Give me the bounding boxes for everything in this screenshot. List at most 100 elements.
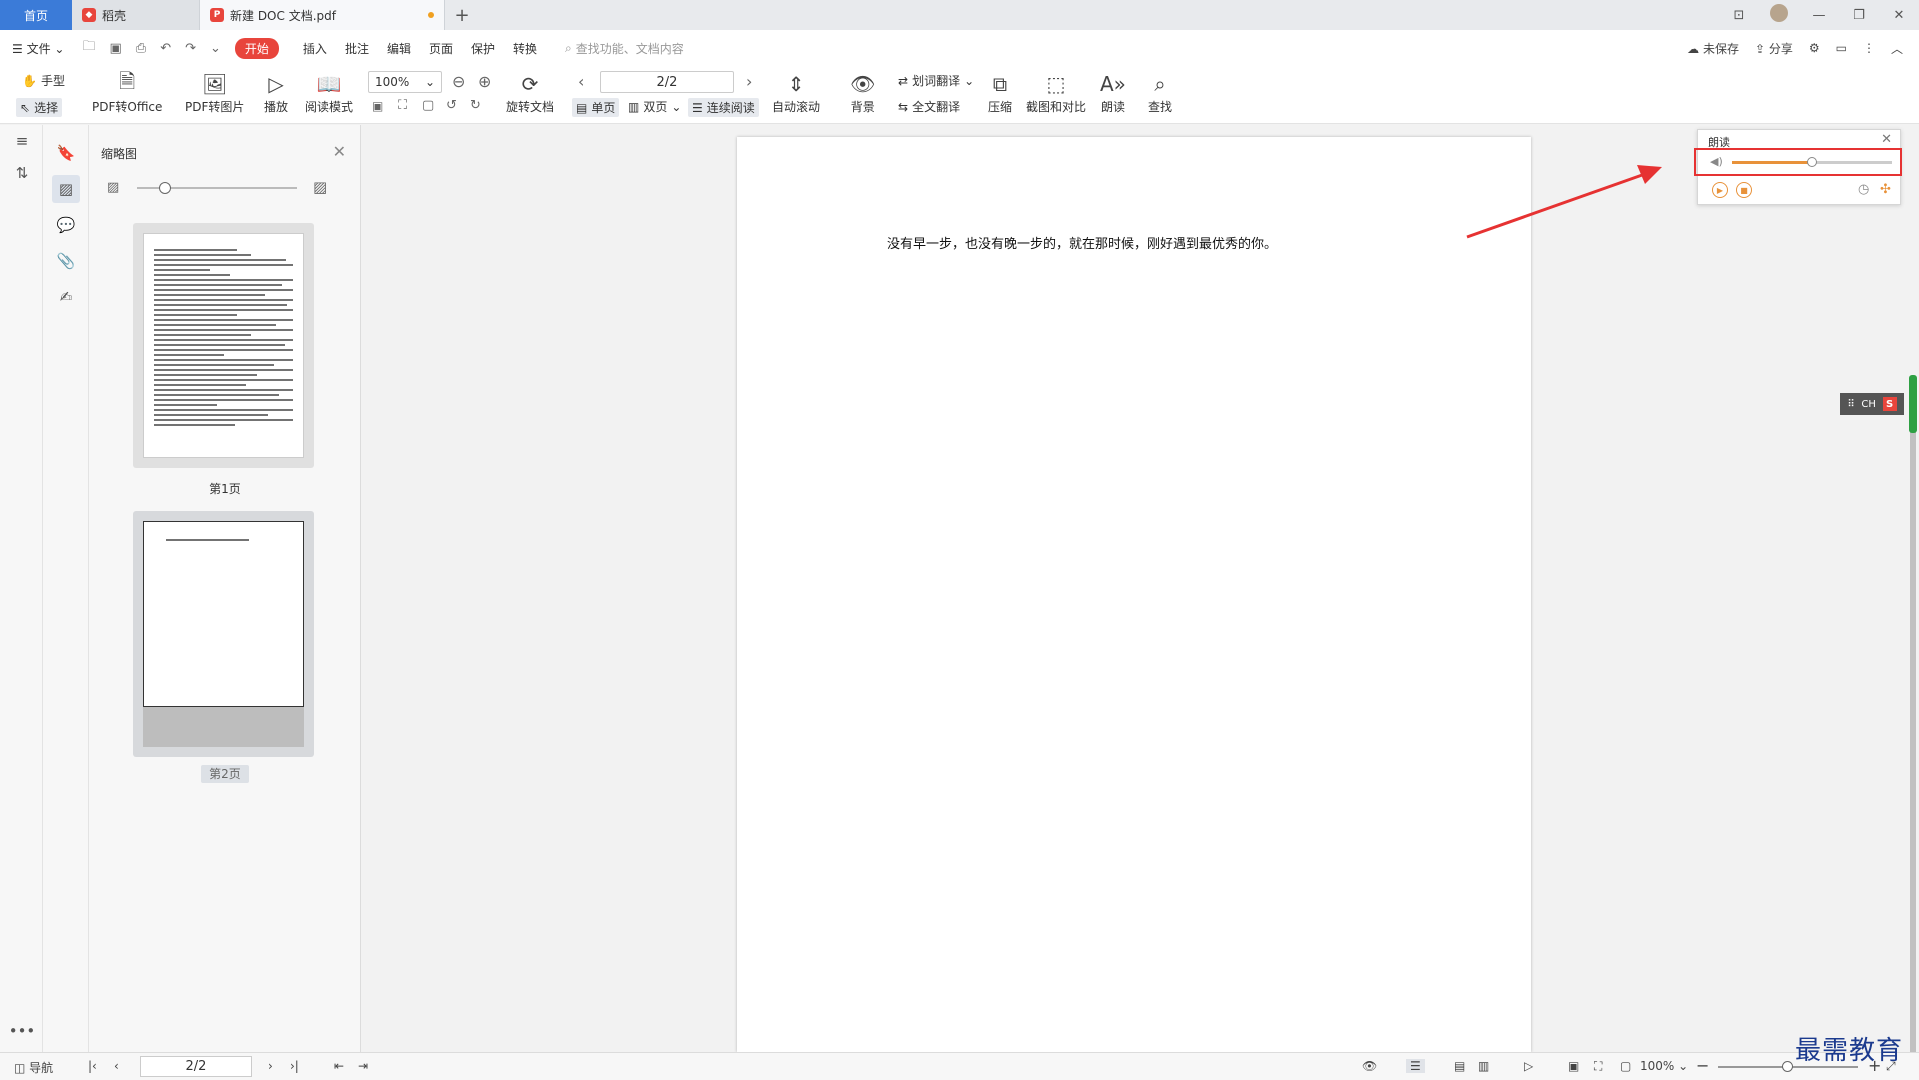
attachment-icon[interactable]: 📎 [52, 247, 80, 275]
read-mode-button[interactable]: 📖 阅读模式 [305, 70, 353, 115]
more-quick-icon[interactable]: ⌄ [210, 41, 221, 56]
small-image-icon[interactable]: ▨ [107, 180, 119, 195]
fit-width-icon[interactable]: ▢ [1620, 1059, 1631, 1073]
play-read-button[interactable]: ▶ [1712, 182, 1728, 198]
layout-icon[interactable]: ⊡ [1719, 8, 1759, 23]
save-icon[interactable]: ▣ [109, 41, 121, 56]
voice-settings-icon[interactable]: ✣ [1880, 182, 1891, 197]
double-page-button[interactable]: ▥ 双页 ⌄ [628, 98, 681, 115]
collapse-ribbon-icon[interactable]: ︿ [1891, 40, 1903, 57]
full-translate-button[interactable]: ⇆ 全文翻译 [898, 98, 960, 115]
rotate-left-icon[interactable]: ↺ [446, 98, 457, 113]
comment-panel-icon[interactable]: 💬 [52, 211, 80, 239]
next-page-icon[interactable]: › [268, 1059, 273, 1073]
rotate-document-button[interactable]: ⟳ 旋转文档 [506, 70, 554, 115]
hand-tool-button[interactable]: ✋ 手型 [22, 72, 65, 89]
more-icon[interactable]: ⋮ [1863, 41, 1875, 55]
volume-slider-knob[interactable] [1807, 157, 1817, 167]
close-window-button[interactable]: ✕ [1879, 8, 1919, 23]
navigation-button[interactable]: ◫ 导航 [14, 1059, 53, 1076]
tab-annotate[interactable]: 批注 [345, 40, 369, 57]
ime-side-tab[interactable] [1909, 375, 1917, 433]
open-icon[interactable]: 🗀 [82, 37, 95, 59]
minimize-button[interactable]: — [1799, 8, 1839, 23]
fit-page-icon[interactable]: ⛶ [398, 98, 407, 113]
first-page-icon[interactable]: |‹ [88, 1059, 97, 1073]
zoom-in-icon[interactable]: ⊕ [478, 72, 491, 91]
background-button[interactable]: 👁 背景 [850, 70, 875, 115]
compress-button[interactable]: ⧉ 压缩 [988, 70, 1012, 115]
ime-indicator[interactable]: ⠿ CH S [1840, 393, 1904, 415]
vertical-scrollbar[interactable] [1907, 125, 1919, 1068]
file-menu[interactable]: ☰ 文件 ⌄ [12, 40, 64, 57]
play-icon[interactable]: ▷ [1524, 1059, 1533, 1073]
comment-icon[interactable]: ▭ [1836, 41, 1847, 55]
fit-width-icon[interactable]: ▢ [422, 98, 434, 113]
status-page-input[interactable]: 2/2 [140, 1056, 252, 1077]
zoom-select[interactable]: 100% ⌄ [368, 71, 442, 93]
bookmark-icon[interactable]: 🔖 [52, 139, 80, 167]
user-avatar[interactable] [1759, 4, 1799, 26]
signature-icon[interactable]: ✍ [52, 283, 80, 311]
pdf-to-image-button[interactable]: 🖼 PDF转图片 [185, 70, 244, 115]
speed-icon[interactable]: ◷ [1858, 182, 1869, 197]
status-zoom-select[interactable]: 100% ⌄ [1640, 1059, 1688, 1073]
volume-slider[interactable] [1732, 157, 1892, 167]
tab-protect[interactable]: 保护 [471, 40, 495, 57]
back-icon[interactable]: ⇤ [334, 1059, 344, 1073]
document-page[interactable]: 没有早一步，也没有晚一步的，就在那时候，刚好遇到最优秀的你。 [737, 137, 1531, 1052]
continuous-view-icon[interactable]: ☰ [1406, 1059, 1425, 1073]
tab-pdf-document[interactable]: P 新建 DOC 文档.pdf [200, 0, 445, 30]
swap-icon[interactable]: ⇅ [8, 159, 36, 187]
last-page-icon[interactable]: ›| [290, 1059, 299, 1073]
thumbnail-size-slider[interactable] [137, 182, 297, 194]
document-text[interactable]: 没有早一步，也没有晚一步的，就在那时候，刚好遇到最优秀的你。 [887, 233, 1277, 252]
continuous-read-button[interactable]: ☰ 连续阅读 [688, 98, 759, 117]
next-page-icon[interactable]: › [746, 72, 752, 91]
pdf-to-office-button[interactable]: 🗎 PDF转Office [92, 69, 162, 115]
zoom-out-icon[interactable]: − [1696, 1056, 1709, 1075]
new-tab-button[interactable]: + [445, 0, 479, 30]
thumbnail-page-1[interactable] [133, 223, 314, 468]
function-search[interactable]: ⌕ 查找功能、文档内容 [565, 40, 684, 57]
screenshot-compare-button[interactable]: ⬚ 截图和对比 [1026, 70, 1086, 115]
thumbnail-page-2[interactable] [133, 511, 314, 757]
select-tool-button[interactable]: ⇖ 选择 [16, 98, 63, 117]
close-icon[interactable]: ✕ [1881, 132, 1892, 147]
zoom-slider-knob[interactable] [1782, 1061, 1793, 1072]
large-image-icon[interactable]: ▨ [313, 178, 327, 196]
tab-start[interactable]: 开始 [234, 37, 279, 59]
tab-edit[interactable]: 编辑 [387, 40, 411, 57]
eye-protection-icon[interactable]: 👁 [1362, 1059, 1377, 1073]
page-number-input[interactable]: 2/2 [600, 71, 734, 93]
tab-insert[interactable]: 插入 [303, 40, 327, 57]
slider-knob[interactable] [159, 182, 171, 194]
collapse-rail-icon[interactable]: ≡ [8, 127, 36, 155]
close-icon[interactable]: ✕ [333, 142, 346, 161]
tab-home[interactable]: 首页 [0, 0, 72, 30]
cloud-save-button[interactable]: ☁ 未保存 [1687, 40, 1739, 57]
thumbnail-icon[interactable]: ▨ [52, 175, 80, 203]
single-page-button[interactable]: ▤ 单页 [572, 98, 620, 117]
find-button[interactable]: ⌕ 查找 [1148, 70, 1172, 115]
document-area[interactable]: 没有早一步，也没有晚一步的，就在那时候，刚好遇到最优秀的你。 [362, 125, 1907, 1052]
tab-daoke[interactable]: ◆ 稻壳 [72, 0, 200, 30]
forward-icon[interactable]: ⇥ [358, 1059, 368, 1073]
play-button[interactable]: ▷ 播放 [264, 70, 288, 115]
redo-icon[interactable]: ↷ [185, 41, 196, 56]
word-translate-button[interactable]: ⇄ 划词翻译 ⌄ [898, 72, 974, 89]
read-aloud-button[interactable]: A» 朗读 [1100, 70, 1126, 115]
actual-size-icon[interactable]: ▣ [372, 99, 383, 113]
undo-icon[interactable]: ↶ [160, 41, 171, 56]
prev-page-icon[interactable]: ‹ [578, 72, 584, 91]
more-dots-icon[interactable]: ••• [8, 1017, 36, 1045]
rotate-right-icon[interactable]: ↻ [470, 98, 481, 113]
restore-button[interactable]: ❐ [1839, 8, 1879, 23]
fit-page-icon[interactable]: ⛶ [1594, 1059, 1602, 1074]
zoom-out-icon[interactable]: ⊖ [452, 72, 465, 91]
single-view-icon[interactable]: ▤ [1454, 1059, 1465, 1073]
tab-convert[interactable]: 转换 [513, 40, 537, 57]
scrollbar-thumb[interactable] [1910, 393, 1916, 1068]
print-icon[interactable]: ⎙ [136, 41, 146, 56]
actual-size-icon[interactable]: ▣ [1568, 1059, 1579, 1073]
